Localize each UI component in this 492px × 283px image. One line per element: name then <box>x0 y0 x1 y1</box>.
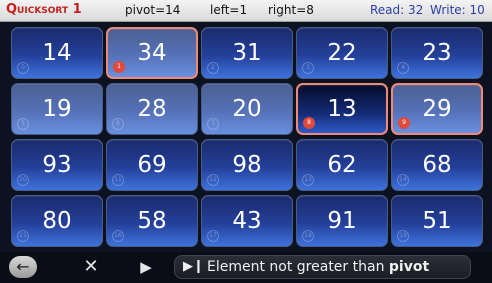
cell-index: 18 <box>302 230 314 242</box>
cell-index: 1 <box>113 61 125 73</box>
cell-index: 0 <box>17 62 29 74</box>
array-cell-left-pointer[interactable]: 34 1 <box>106 27 198 79</box>
array-cell[interactable]: 28 6 <box>106 83 198 135</box>
status-bar: Quicksort 1 pivot=14 left=1 right=8 Read… <box>0 0 492 22</box>
cell-value: 31 <box>232 40 262 66</box>
cell-value: 29 <box>422 96 452 122</box>
cell-value: 98 <box>232 152 262 178</box>
cell-index: 16 <box>112 230 124 242</box>
pivot-readout: pivot=14 <box>125 3 181 17</box>
cell-value: 91 <box>327 208 357 234</box>
cell-value: 20 <box>232 96 262 122</box>
cell-value: 51 <box>422 208 452 234</box>
array-cell[interactable]: 62 13 <box>296 139 388 191</box>
app-title: Quicksort 1 <box>6 2 82 17</box>
read-counter: Read: 32 <box>370 3 424 17</box>
close-icon: ✕ <box>83 256 99 277</box>
array-cell[interactable]: 19 5 <box>11 83 103 135</box>
hint-text: Element not greater than pivot <box>207 256 429 278</box>
step-hint-button[interactable]: ▶❙ Element not greater than pivot <box>174 255 471 279</box>
cell-index: 7 <box>207 118 219 130</box>
cell-value: 68 <box>422 152 452 178</box>
back-arrow-icon: ← <box>16 257 30 276</box>
cell-value: 19 <box>42 96 72 122</box>
array-cell[interactable]: 22 3 <box>296 27 388 79</box>
cell-index: 13 <box>302 174 314 186</box>
array-cell[interactable]: 31 2 <box>201 27 293 79</box>
array-cell-highlighted[interactable]: 29 9 <box>391 83 483 135</box>
write-counter: Write: 10 <box>430 3 485 17</box>
cell-value: 22 <box>327 40 357 66</box>
cell-value: 80 <box>42 208 72 234</box>
step-forward-icon: ▶❙ <box>183 259 204 274</box>
array-cell[interactable]: 14 0 <box>11 27 103 79</box>
array-cell[interactable]: 98 12 <box>201 139 293 191</box>
right-readout: right=8 <box>268 3 314 17</box>
cell-index: 4 <box>397 62 409 74</box>
cell-value: 23 <box>422 40 452 66</box>
close-button[interactable]: ✕ <box>80 256 102 278</box>
control-bar: ← ✕ ▶ ▶❙ Element not greater than pivot <box>0 252 492 283</box>
cell-value: 34 <box>137 40 167 66</box>
cell-index: 2 <box>207 62 219 74</box>
array-cell[interactable]: 23 4 <box>391 27 483 79</box>
array-cell[interactable]: 91 18 <box>296 195 388 247</box>
array-cell[interactable]: 68 14 <box>391 139 483 191</box>
cell-value: 69 <box>137 152 167 178</box>
cell-index: 15 <box>17 230 29 242</box>
array-grid: 14 0 34 1 31 2 22 3 23 4 19 5 28 6 20 7 13 8 29 9 … <box>11 27 489 248</box>
cell-value: 43 <box>232 208 262 234</box>
array-cell[interactable]: 43 17 <box>201 195 293 247</box>
cell-index: 8 <box>303 117 315 129</box>
array-cell[interactable]: 69 11 <box>106 139 198 191</box>
play-button[interactable]: ▶ <box>135 256 157 278</box>
cell-index: 6 <box>112 118 124 130</box>
cell-value: 28 <box>137 96 167 122</box>
cell-index: 5 <box>17 118 29 130</box>
array-cell[interactable]: 51 19 <box>391 195 483 247</box>
hint-text-main: Element not greater than <box>207 259 389 275</box>
array-cell[interactable]: 80 15 <box>11 195 103 247</box>
cell-value: 58 <box>137 208 167 234</box>
cell-value: 14 <box>42 40 72 66</box>
cell-index: 19 <box>397 230 409 242</box>
cell-value: 93 <box>42 152 72 178</box>
array-cell[interactable]: 58 16 <box>106 195 198 247</box>
cell-value: 13 <box>327 96 357 122</box>
play-icon: ▶ <box>140 258 152 276</box>
cell-index: 11 <box>112 174 124 186</box>
cell-index: 12 <box>207 174 219 186</box>
array-cell-right-pointer[interactable]: 13 8 <box>296 83 388 135</box>
cell-index: 14 <box>397 174 409 186</box>
cell-index: 3 <box>302 62 314 74</box>
back-button[interactable]: ← <box>9 256 37 278</box>
array-cell[interactable]: 93 10 <box>11 139 103 191</box>
array-cell[interactable]: 20 7 <box>201 83 293 135</box>
cell-value: 62 <box>327 152 357 178</box>
left-readout: left=1 <box>210 3 248 17</box>
cell-index: 17 <box>207 230 219 242</box>
cell-index: 9 <box>398 117 410 129</box>
cell-index: 10 <box>17 174 29 186</box>
hint-text-bold: pivot <box>388 259 430 275</box>
